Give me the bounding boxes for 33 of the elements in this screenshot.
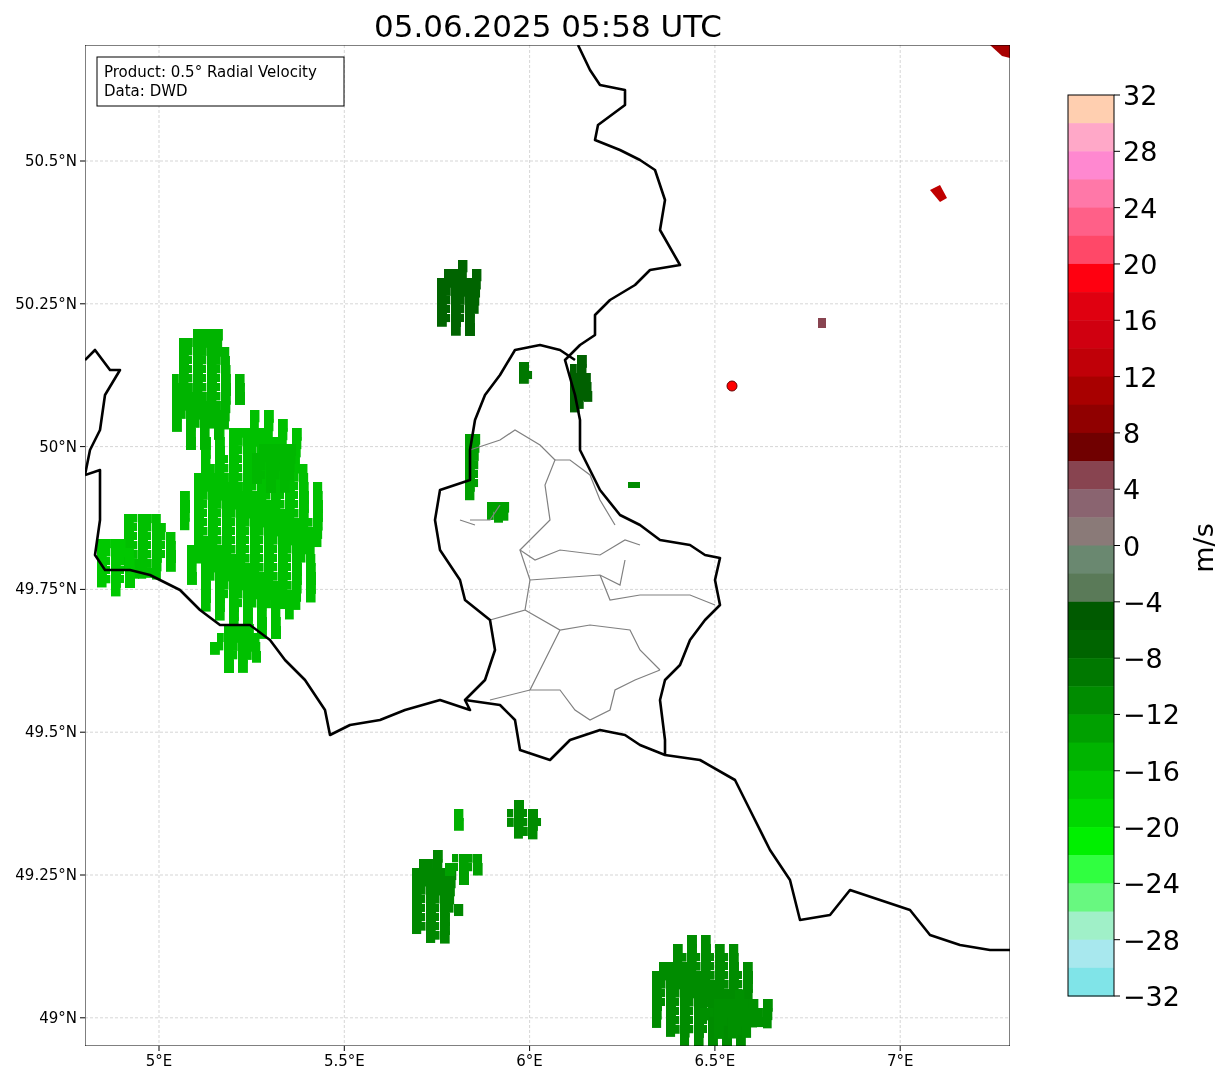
colorbar-label: m/s bbox=[1188, 523, 1219, 573]
colorbar-tick-label: 16 bbox=[1123, 305, 1158, 337]
axis-tick-label: 50°N bbox=[39, 437, 77, 456]
colorbar-tick-label: 4 bbox=[1123, 474, 1141, 506]
product-label: Product: 0.5° Radial Velocity bbox=[104, 63, 317, 81]
axis-tick-label: 6°E bbox=[516, 1052, 543, 1070]
colorbar-tick-label: −24 bbox=[1123, 868, 1180, 900]
colorbar-tick-label: −16 bbox=[1123, 755, 1180, 787]
colorbar-tick-label: −20 bbox=[1123, 812, 1180, 844]
colorbar-tick-label: −28 bbox=[1123, 924, 1180, 956]
colorbar-tick-label: 32 bbox=[1123, 80, 1158, 111]
axis-tick-label: 49°N bbox=[39, 1008, 77, 1027]
axis-tick-label: 5°E bbox=[145, 1052, 173, 1070]
colorbar-tick-label: −4 bbox=[1123, 586, 1163, 618]
axis-tick-label: 49.75°N bbox=[15, 580, 77, 599]
colorbar-tick-label: 8 bbox=[1123, 417, 1141, 449]
axis-tick-label: 49.5°N bbox=[24, 723, 77, 742]
colorbar-tick-label: 20 bbox=[1123, 248, 1158, 280]
colorbar-tick-label: 28 bbox=[1123, 136, 1158, 168]
colorbar-tick-label: −32 bbox=[1123, 981, 1180, 1012]
axis-tick-label: 49.25°N bbox=[15, 866, 77, 884]
axis-tick-label: 50.5°N bbox=[24, 152, 77, 170]
colorbar-tick-label: 12 bbox=[1123, 361, 1158, 393]
axis-tick-label: 50.25°N bbox=[15, 294, 77, 313]
axis-tick-label: 5.5°E bbox=[323, 1052, 365, 1070]
axis-tick-label: 6.5°E bbox=[694, 1052, 736, 1070]
chart-title: 05.06.2025 05:58 UTC bbox=[374, 8, 722, 44]
axis-tick-label: 7°E bbox=[886, 1052, 914, 1070]
colorbar-tick-label: 24 bbox=[1123, 192, 1158, 224]
data-source-label: Data: DWD bbox=[104, 82, 188, 100]
colorbar-tick-label: −8 bbox=[1123, 643, 1163, 675]
colorbar-tick-label: 0 bbox=[1123, 530, 1141, 562]
colorbar-tick-label: −12 bbox=[1123, 699, 1180, 731]
